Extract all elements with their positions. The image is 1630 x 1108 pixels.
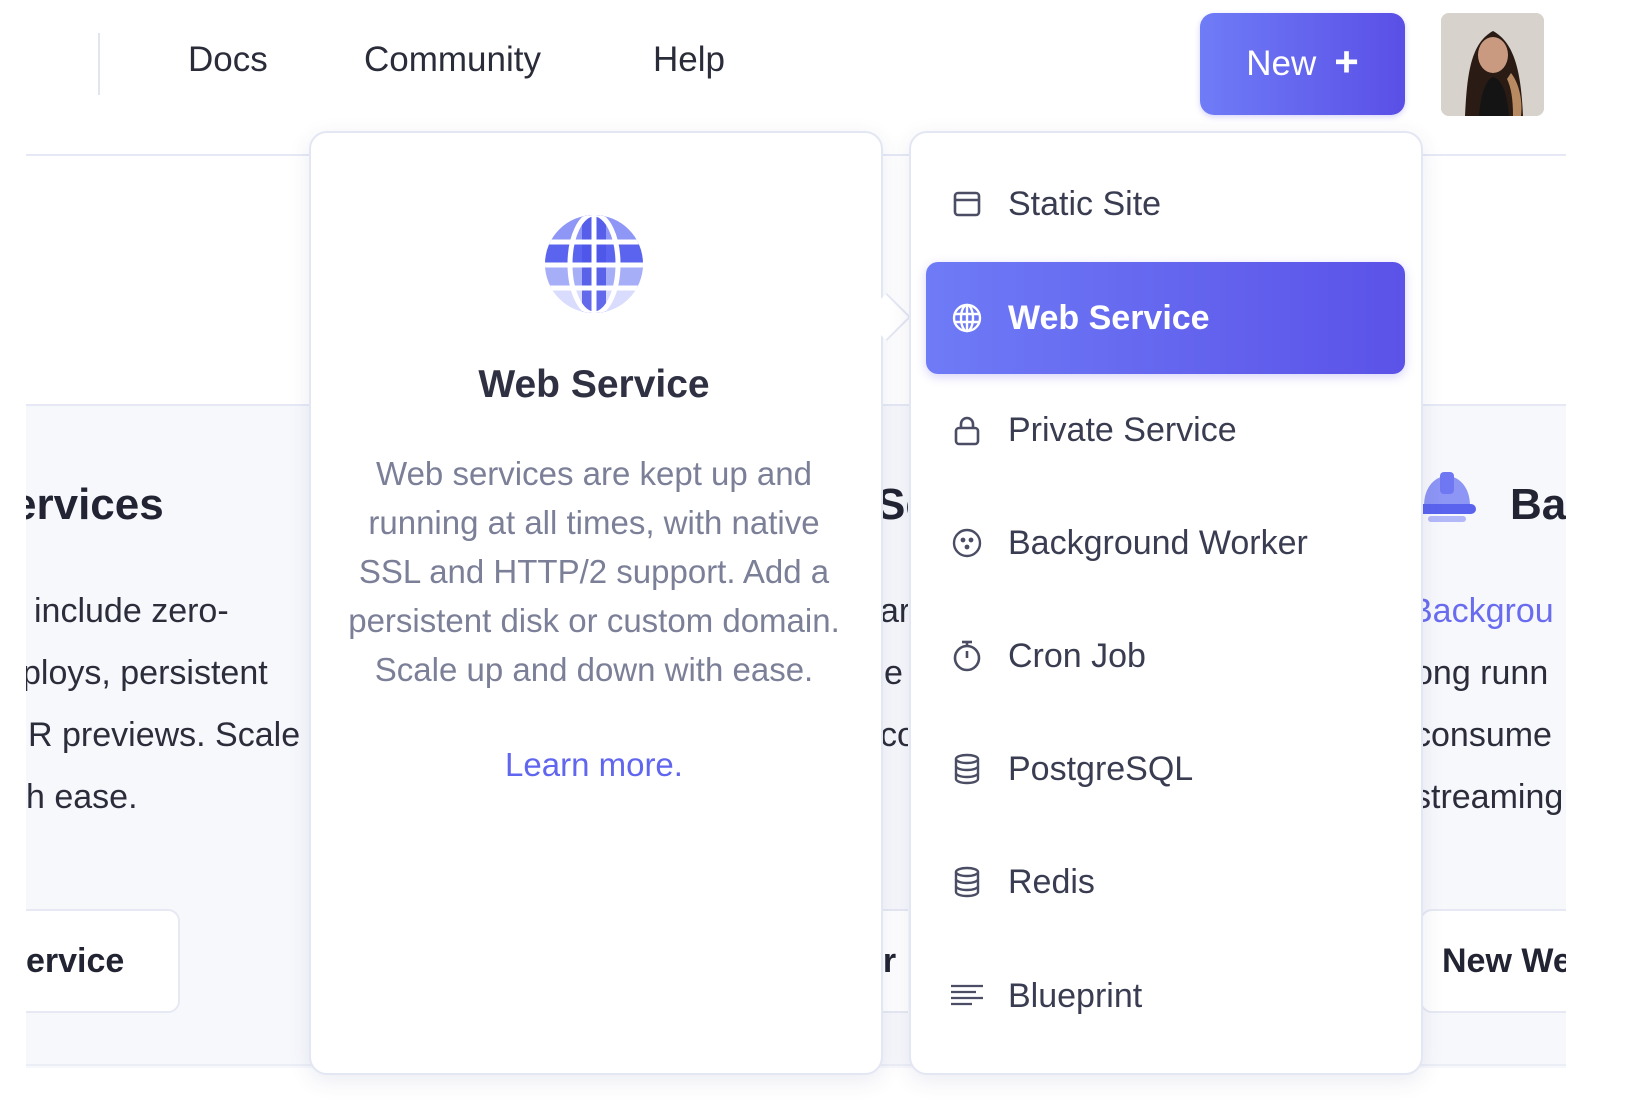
globe-icon	[950, 301, 984, 335]
card-text-line: h ease.	[26, 778, 138, 816]
card-link[interactable]: Backgrou	[1420, 592, 1554, 631]
menu-item-label: Cron Job	[1008, 636, 1146, 675]
nav-link-help[interactable]: Help	[653, 40, 725, 80]
browser-window-icon	[950, 187, 984, 221]
menu-item-static-site[interactable]: Static Site	[926, 148, 1405, 260]
card-title: Ba	[1510, 480, 1566, 529]
service-card-middle: Se ar e co er	[880, 404, 908, 1066]
menu-item-cron-job[interactable]: Cron Job	[926, 600, 1405, 712]
card-text-line: consume	[1420, 716, 1552, 754]
new-worker-button[interactable]: New We	[1420, 909, 1566, 1013]
menu-item-private-service[interactable]: Private Service	[926, 374, 1405, 486]
card-text-line: co	[880, 716, 908, 754]
avatar[interactable]	[1441, 13, 1544, 116]
card-title: Se	[880, 480, 908, 529]
new-button[interactable]: New +	[1200, 13, 1405, 115]
new-service-button[interactable]: ervice	[26, 909, 180, 1013]
service-card-left: ervices include zero- ploys, persistent …	[26, 404, 310, 1066]
worker-icon	[950, 526, 984, 560]
menu-item-redis[interactable]: Redis	[926, 826, 1405, 938]
menu-item-label: PostgreSQL	[1008, 749, 1194, 788]
info-title: Web Service	[478, 363, 710, 406]
avatar-photo	[1441, 13, 1544, 116]
nav-link-docs[interactable]: Docs	[188, 40, 268, 80]
menu-item-background-worker[interactable]: Background Worker	[926, 487, 1405, 599]
card-text-line: e	[884, 654, 903, 692]
card-title: ervices	[26, 480, 164, 529]
nav-link-community[interactable]: Community	[364, 40, 541, 80]
menu-item-label: Background Worker	[1008, 523, 1308, 562]
blueprint-lines-icon	[950, 979, 984, 1013]
menu-item-label: Web Service	[1008, 298, 1210, 337]
info-description: Web services are kept up and running at …	[348, 455, 840, 688]
menu-item-label: Static Site	[1008, 184, 1162, 223]
card-text-line: include zero-	[34, 592, 229, 630]
menu-item-label: Private Service	[1008, 410, 1237, 449]
card-text-line: ploys, persistent	[26, 654, 268, 692]
service-card-right: Ba Backgrou ong runn consume streaming N…	[1420, 404, 1566, 1066]
lock-icon	[950, 413, 984, 447]
card-button[interactable]: er	[880, 909, 908, 1013]
menu-item-label: Redis	[1008, 862, 1095, 901]
database-icon	[950, 752, 984, 786]
database-icon	[950, 865, 984, 899]
menu-item-web-service[interactable]: Web Service	[926, 262, 1405, 374]
card-text-line: streaming	[1420, 778, 1564, 816]
globe-icon	[545, 215, 643, 313]
card-text-line: ong runn	[1420, 654, 1549, 692]
nav-divider	[98, 33, 100, 95]
menu-item-postgresql[interactable]: PostgreSQL	[926, 713, 1405, 825]
learn-more-link[interactable]: Learn more.	[309, 746, 879, 784]
top-nav: Docs Community Help New +	[0, 0, 1630, 130]
stopwatch-icon	[950, 639, 984, 673]
card-text-line: R previews. Scale	[28, 716, 301, 754]
new-button-label: New	[1246, 44, 1317, 83]
card-text-line: ar	[880, 592, 908, 630]
plus-icon: +	[1334, 38, 1359, 85]
menu-item-label: Blueprint	[1008, 976, 1143, 1015]
menu-item-blueprint[interactable]: Blueprint	[926, 940, 1405, 1052]
